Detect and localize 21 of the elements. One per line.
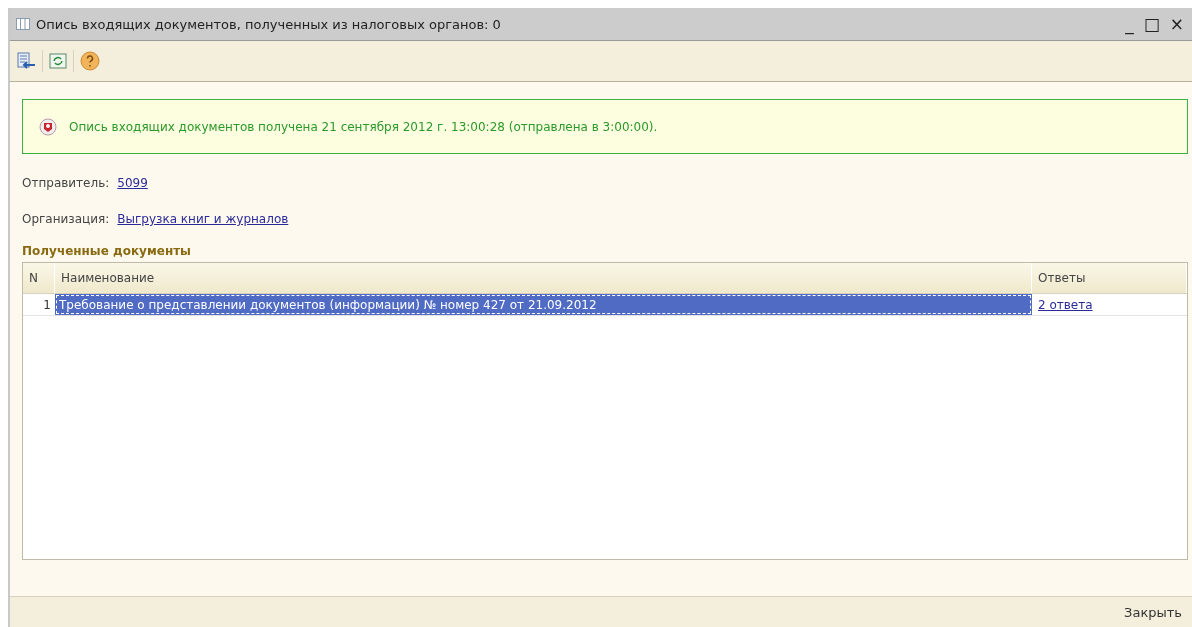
table-icon (16, 17, 30, 31)
window-title: Опись входящих документов, полученных из налоговых органов: 0 (36, 16, 502, 32)
notice-text: Опись входящих документов получена 21 сентября 2012 г. 13:00:28 (отправлена в 3:00:00). (69, 119, 658, 134)
emblem-icon (39, 117, 57, 136)
table-cell-text: 1 (42, 296, 52, 314)
column-header[interactable]: N (23, 263, 55, 293)
table-cell[interactable]: Требование о представлении документов (информации) № номер 427 от 21.09.2012 (55, 294, 1032, 315)
refresh-icon[interactable] (47, 50, 69, 72)
column-header[interactable]: Наименование (55, 263, 1032, 293)
field-label: Отправитель: (22, 176, 110, 190)
field-link[interactable]: 5099 (117, 176, 148, 190)
field-label: Организация: (22, 212, 110, 226)
field-link[interactable]: Выгрузка книг и журналов (117, 212, 289, 226)
answers-link[interactable]: 2 ответа (1032, 294, 1187, 315)
help-icon[interactable] (78, 49, 102, 73)
close-button[interactable]: Закрыть (1118, 603, 1188, 621)
maximize-button[interactable]: □ (1141, 14, 1162, 34)
close-button[interactable]: × (1167, 14, 1186, 34)
column-header[interactable]: Ответы (1032, 263, 1187, 293)
minimize-button[interactable]: _ (1123, 14, 1136, 34)
section-title: Полученные документы (22, 244, 192, 258)
